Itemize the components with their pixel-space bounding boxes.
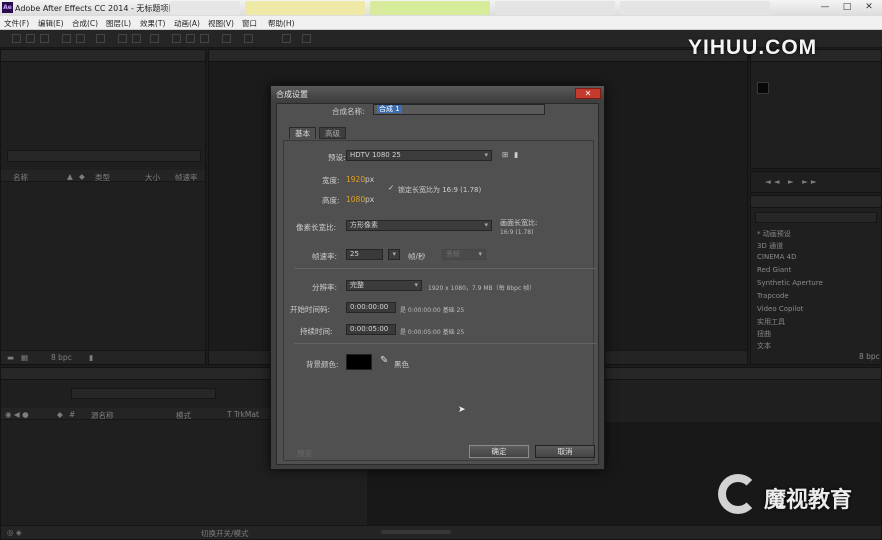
dialog-titlebar: 合成设置 ✕ (271, 86, 604, 101)
taskbar-tab[interactable] (170, 1, 240, 15)
menu-file[interactable]: 文件(F) (4, 18, 29, 29)
window-title: Adobe After Effects CC 2014 - 无标题项目.aep (15, 4, 194, 13)
frame-aspect-value: 16:9 (1.78) (500, 229, 534, 236)
comp-name-label: 合成名称: (332, 107, 365, 116)
dialog-close-button[interactable]: ✕ (575, 88, 601, 99)
mouse-cursor-icon: ➤ (458, 405, 466, 415)
moshi-logo-icon (718, 474, 758, 514)
height-unit: px (365, 195, 375, 204)
frame-rate-dropdown[interactable] (388, 249, 400, 260)
tab-basic[interactable]: 基本 (289, 127, 316, 139)
frame-rate-label: 帧速率: (312, 252, 338, 261)
height-value[interactable]: 1080 (346, 195, 365, 204)
maximize-button[interactable]: □ (836, 1, 858, 14)
width-unit: px (365, 175, 375, 184)
menu-layer[interactable]: 图层(L) (106, 18, 131, 29)
minimize-button[interactable]: — (814, 1, 836, 14)
preset-label: 预设: (328, 153, 346, 162)
background-color-name: 黑色 (394, 360, 409, 369)
ok-button[interactable]: 确定 (469, 445, 529, 458)
comp-name-value: 合成 1 (377, 105, 402, 113)
window-titlebar: Ae Adobe After Effects CC 2014 - 无标题项目.a… (0, 0, 882, 16)
menu-animation[interactable]: 动画(A) (174, 18, 200, 29)
width-value[interactable]: 1920 (346, 175, 365, 184)
resolution-select[interactable]: 完整 (346, 280, 422, 291)
pixel-aspect-label: 像素长宽比: (296, 223, 337, 232)
composition-settings-dialog: 合成设置 ✕ 合成名称: 合成 1 基本 高级 预设: HDTV 1080 25… (270, 85, 605, 470)
menu-window[interactable]: 窗口 (242, 18, 257, 29)
preset-select[interactable]: HDTV 1080 25 (346, 150, 492, 161)
background-color-swatch[interactable] (346, 354, 372, 370)
close-window-button[interactable]: ✕ (858, 1, 880, 14)
separator (294, 343, 597, 344)
moshi-watermark: 魔视教育 (764, 488, 853, 513)
pixel-aspect-select[interactable]: 方形像素 (346, 220, 492, 231)
yihuu-watermark: YIHUU.COM (688, 36, 818, 59)
save-preset-icon[interactable]: ⊞ (502, 150, 508, 159)
eyedropper-icon[interactable]: ✎ (380, 355, 388, 366)
lock-aspect-label: 锁定长宽比为 16:9 (1.78) (398, 186, 482, 194)
preview-checkbox-label[interactable]: 预览 (297, 448, 312, 459)
duration-label: 持续时间: (300, 327, 333, 336)
menu-help[interactable]: 帮助(H) (268, 18, 295, 29)
taskbar-tab[interactable] (370, 1, 490, 15)
frame-rate-input[interactable]: 25 (346, 249, 383, 260)
separator (294, 268, 597, 269)
menu-effect[interactable]: 效果(T) (140, 18, 165, 29)
taskbar-tab[interactable] (620, 1, 770, 15)
menu-view[interactable]: 视图(V) (208, 18, 234, 29)
taskbar-tab[interactable] (245, 1, 365, 15)
settings-group: 预设: HDTV 1080 25 ⊞ ▮ 宽度: 1920 px ✓ 锁定长宽比… (283, 140, 597, 461)
after-effects-app-icon: Ae (2, 2, 13, 13)
start-timecode-input[interactable]: 0:00:00:00 (346, 302, 396, 313)
duration-info: 是 0:00:05:00 基础 25 (400, 329, 465, 336)
lock-aspect-checkbox[interactable]: ✓ (388, 183, 394, 192)
height-label: 高度: (322, 196, 340, 205)
frame-rate-unit: 帧/秒 (408, 252, 426, 261)
tab-advanced[interactable]: 高级 (319, 127, 346, 139)
menu-bar: 文件(F) 编辑(E) 合成(C) 图层(L) 效果(T) 动画(A) 视图(V… (0, 16, 882, 30)
menu-composition[interactable]: 合成(C) (72, 18, 98, 29)
delete-preset-icon[interactable]: ▮ (514, 150, 518, 159)
drop-frame-select[interactable]: 丢帧 (442, 249, 486, 260)
duration-input[interactable]: 0:00:05:00 (346, 324, 396, 335)
menu-edit[interactable]: 编辑(E) (38, 18, 64, 29)
taskbar-tab[interactable] (495, 1, 615, 15)
width-label: 宽度: (322, 176, 340, 185)
resolution-label: 分辨率: (312, 283, 338, 292)
cancel-button[interactable]: 取消 (535, 445, 595, 458)
dialog-body: 合成名称: 合成 1 基本 高级 预设: HDTV 1080 25 ⊞ ▮ 宽度… (276, 103, 599, 465)
resolution-info: 1920 x 1080，7.9 MB（每 8bpc 帧） (428, 285, 536, 292)
dialog-title: 合成设置 (276, 90, 308, 99)
start-timecode-label: 开始时间码: (290, 305, 331, 314)
background-color-label: 背景颜色: (306, 360, 339, 369)
start-timecode-info: 是 0:00:00:00 基础 25 (400, 307, 465, 314)
frame-aspect-label: 画面长宽比: (500, 219, 538, 227)
comp-name-input[interactable]: 合成 1 (373, 104, 545, 115)
